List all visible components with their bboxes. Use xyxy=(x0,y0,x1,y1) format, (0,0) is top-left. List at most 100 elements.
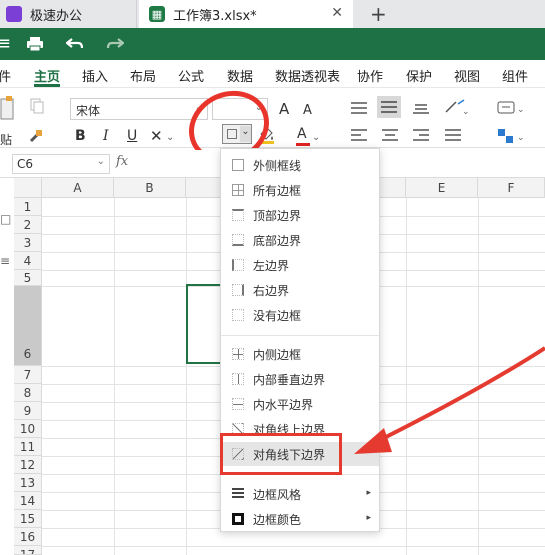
border-style-icon xyxy=(232,488,244,500)
select-all-corner[interactable] xyxy=(14,178,42,198)
text-orientation-icon[interactable]: ⌄ xyxy=(444,98,470,116)
right-border-icon xyxy=(232,284,244,296)
font-name-select[interactable]: 宋体 ⌄ xyxy=(70,98,208,120)
italic-button[interactable]: I xyxy=(103,128,109,144)
row-header[interactable]: 3 xyxy=(14,234,42,252)
inside-borders-icon xyxy=(232,348,244,360)
menu-data[interactable]: 数据 xyxy=(227,66,253,85)
paste-label[interactable]: 贴 xyxy=(0,132,12,148)
tab-label: 极速办公 xyxy=(30,8,83,24)
new-tab-button[interactable]: + xyxy=(370,2,387,26)
menu-pivot[interactable]: 数据透视表 xyxy=(275,66,340,85)
align-left-icon[interactable] xyxy=(350,128,368,142)
strikethrough-icon[interactable]: ✕ xyxy=(150,128,163,144)
column-header[interactable]: A xyxy=(42,178,114,198)
align-right-icon[interactable] xyxy=(412,128,430,142)
top-border-icon xyxy=(232,209,244,221)
menu-layout[interactable]: 布局 xyxy=(130,66,156,85)
close-icon[interactable]: ✕ xyxy=(331,5,343,21)
justify-icon[interactable] xyxy=(444,128,462,142)
menu-insert[interactable]: 插入 xyxy=(82,66,108,85)
menu-item-border-style[interactable]: 边框风格 ▸ xyxy=(221,482,379,506)
menu-home[interactable]: 主页 xyxy=(34,66,60,85)
menu-item-outside-borders[interactable]: 外侧框线 xyxy=(221,153,379,177)
row-header[interactable]: 9 xyxy=(14,402,42,420)
svg-text:⌄: ⌄ xyxy=(517,133,525,143)
redo-icon[interactable] xyxy=(106,37,124,51)
menu-item-border-color[interactable]: 边框颜色 ▸ xyxy=(221,507,379,531)
all-borders-icon xyxy=(232,184,244,196)
font-color-icon[interactable]: A xyxy=(297,126,307,142)
inside-horizontal-border-icon xyxy=(232,398,244,410)
menu-file[interactable]: 件 xyxy=(0,66,11,85)
fx-icon[interactable]: fx xyxy=(116,154,128,169)
row-header[interactable]: 13 xyxy=(14,474,42,492)
menu-view[interactable]: 视图 xyxy=(454,66,480,85)
menu-item-left-border[interactable]: 左边界 xyxy=(221,253,379,277)
column-header[interactable] xyxy=(378,178,406,198)
menu-icon[interactable]: ≡ xyxy=(0,34,11,54)
row-header[interactable]: 4 xyxy=(14,252,42,270)
chevron-down-icon[interactable]: ⌄ xyxy=(166,130,174,146)
row-header[interactable]: 2 xyxy=(14,216,42,234)
side-marker: ≡ xyxy=(0,254,11,268)
increase-font-icon[interactable]: A xyxy=(279,101,289,117)
menu-item-label: 左边界 xyxy=(253,258,290,273)
merge-cells-icon[interactable]: ⌄ xyxy=(497,128,527,144)
copy-icon[interactable] xyxy=(30,98,44,114)
border-color-icon xyxy=(232,513,244,525)
chevron-right-icon: ▸ xyxy=(366,488,371,498)
menu-item-label: 内水平边界 xyxy=(253,397,314,412)
paste-icon[interactable] xyxy=(0,96,14,120)
undo-icon[interactable] xyxy=(66,37,84,51)
menu-item-right-border[interactable]: 右边界 xyxy=(221,278,379,302)
row-header[interactable]: 7 xyxy=(14,366,42,384)
column-header[interactable]: E xyxy=(406,178,478,198)
menu-item-no-border[interactable]: 没有边框 xyxy=(221,303,379,327)
row-header[interactable]: 5 xyxy=(14,270,42,286)
bold-button[interactable]: B xyxy=(75,128,86,144)
menu-item-bottom-border[interactable]: 底部边界 xyxy=(221,228,379,252)
chevron-down-icon[interactable]: ⌄ xyxy=(312,130,320,146)
menu-formulas[interactable]: 公式 xyxy=(178,66,204,85)
menu-item-inside-horizontal[interactable]: 内水平边界 xyxy=(221,392,379,416)
print-icon[interactable] xyxy=(26,36,44,52)
inside-vertical-border-icon xyxy=(232,373,244,385)
menu-item-top-border[interactable]: 顶部边界 xyxy=(221,203,379,227)
align-bottom-icon[interactable] xyxy=(412,101,430,115)
row-header[interactable]: 12 xyxy=(14,456,42,474)
menu-components[interactable]: 组件 xyxy=(502,66,528,85)
align-middle-button[interactable] xyxy=(377,96,401,118)
column-header[interactable]: B xyxy=(114,178,186,198)
tab-app[interactable]: 极速办公 xyxy=(0,0,137,28)
row-header[interactable]: 15 xyxy=(14,510,42,528)
tab-bar: 极速办公 ▦ 工作簿3.xlsx* ✕ + xyxy=(0,0,545,28)
row-header[interactable]: 11 xyxy=(14,438,42,456)
row-header[interactable]: 8 xyxy=(14,384,42,402)
wrap-text-icon[interactable]: ⌄ xyxy=(497,100,527,116)
underline-button[interactable]: U xyxy=(127,128,137,144)
row-header[interactable]: 14 xyxy=(14,492,42,510)
menu-item-inside-borders[interactable]: 内侧边框 xyxy=(221,342,379,366)
row-header[interactable]: 17 xyxy=(14,546,42,555)
decrease-font-icon[interactable]: A xyxy=(303,103,312,119)
left-border-icon xyxy=(232,259,244,271)
align-center-icon[interactable] xyxy=(381,128,399,142)
row-header[interactable]: 16 xyxy=(14,528,42,546)
menu-collaborate[interactable]: 协作 xyxy=(357,66,383,85)
menu-item-label: 内部垂直边界 xyxy=(253,372,326,387)
menu-item-inside-vertical[interactable]: 内部垂直边界 xyxy=(221,367,379,391)
name-box[interactable]: C6 ⌄ xyxy=(12,154,110,174)
bottom-border-icon xyxy=(232,234,244,246)
tab-workbook[interactable]: ▦ 工作簿3.xlsx* ✕ xyxy=(139,0,353,28)
row-header[interactable]: 10 xyxy=(14,420,42,438)
menu-protect[interactable]: 保护 xyxy=(406,66,432,85)
active-tab-underline xyxy=(34,84,60,87)
column-header[interactable]: F xyxy=(478,178,545,198)
format-painter-icon[interactable] xyxy=(28,128,44,144)
menu-item-all-borders[interactable]: 所有边框 xyxy=(221,178,379,202)
row-header-selected[interactable]: 6 xyxy=(14,286,42,366)
row-header[interactable]: 1 xyxy=(14,198,42,216)
align-top-icon[interactable] xyxy=(350,101,368,115)
spreadsheet-icon: ▦ xyxy=(149,6,165,22)
